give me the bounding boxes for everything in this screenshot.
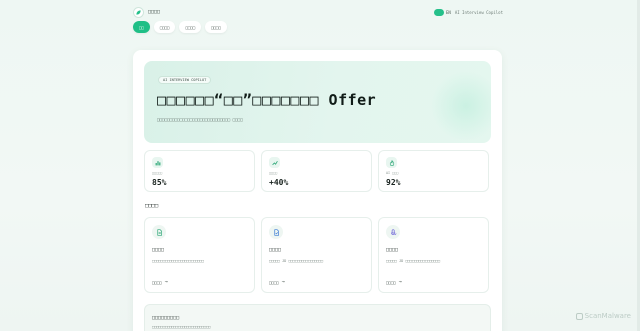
stat-label: □□□□ — [269, 171, 278, 175]
arrow-right-icon: → — [398, 279, 402, 285]
stat-value: 85% — [152, 178, 167, 187]
arrow-right-icon: → — [281, 279, 285, 285]
mic-edit-icon — [386, 225, 400, 239]
trend-up-icon — [269, 157, 280, 168]
stat-value: +40% — [269, 178, 289, 187]
card-link[interactable]: □□□□ → — [386, 279, 402, 285]
top-right-controls: EN AI Interview Copilot — [434, 8, 503, 16]
feature-cards: □□□□ □□□□□□□□□□□□□□□□□□□□□□□□ □□□□ → □□□… — [144, 217, 489, 293]
top-bar: □□□□ EN AI Interview Copilot — [133, 5, 503, 19]
stat-label: AI □□□ — [386, 171, 399, 175]
feature-card[interactable]: □□□□ □□□□□□□□□□□□□□□□□□□□□□□□ □□□□ → — [144, 217, 255, 293]
main-panel: AI INTERVIEW COPILOT □□□□□□“□□”□□□□□□□ O… — [133, 50, 502, 331]
card-link[interactable]: □□□□ → — [269, 279, 285, 285]
hero-subtitle: □□□□□□□□□□□□□□□□□□□□□□□□□□□□□ □□□□ — [157, 117, 243, 122]
card-link-label: □□□□ — [386, 279, 396, 285]
bottom-card[interactable]: □□□□□□□□□ □□□□□□□□□□□□□□□□□□□□□□□□□□□ — [144, 304, 491, 331]
main-nav: □□ □□□□ □□□□ □□□□ — [133, 21, 227, 33]
feature-card[interactable]: □□□□ □□□□□ JD □□□□□□□□□□□□□□□□ □□□□ → — [378, 217, 489, 293]
card-description: □□□□□□□□□□□□□□□□□□□□□□□□ — [152, 259, 204, 263]
nav-tab-home[interactable]: □□ — [133, 21, 150, 33]
language-toggle[interactable]: EN — [434, 8, 451, 16]
stat-card: □□□□□ 85% — [144, 150, 255, 192]
stats-row: □□□□□ 85% □□□□ +40% AI □□□ 92% — [144, 150, 489, 192]
stat-card: □□□□ +40% — [261, 150, 372, 192]
hero-title: □□□□□□“□□”□□□□□□□ Offer — [157, 91, 377, 109]
card-title: □□□□ — [152, 247, 165, 253]
hero-banner: AI INTERVIEW COPILOT □□□□□□“□□”□□□□□□□ O… — [144, 61, 491, 143]
nav-tab-2[interactable]: □□□□ — [153, 21, 176, 33]
document-icon — [152, 225, 166, 239]
language-switch-icon[interactable] — [434, 8, 444, 16]
stat-label: □□□□□ — [152, 171, 163, 175]
bottom-card-title: □□□□□□□□□ — [152, 315, 180, 321]
brand-name: □□□□ — [148, 9, 161, 15]
file-check-icon — [269, 225, 283, 239]
flame-icon — [386, 157, 397, 168]
watermark-text: ScanMalware — [584, 312, 631, 320]
nav-tab-3[interactable]: □□□□ — [179, 21, 202, 33]
hero-glow — [431, 71, 491, 141]
stat-card: AI □□□ 92% — [378, 150, 489, 192]
stat-value: 92% — [386, 178, 401, 187]
watermark-logo-icon — [575, 312, 583, 320]
card-link-label: □□□□ — [152, 279, 162, 285]
card-link-label: □□□□ — [269, 279, 279, 285]
bottom-card-description: □□□□□□□□□□□□□□□□□□□□□□□□□□□ — [152, 325, 211, 329]
card-title: □□□□ — [269, 247, 282, 253]
language-en-label[interactable]: EN — [446, 10, 451, 15]
bar-chart-icon — [152, 157, 163, 168]
card-link[interactable]: □□□□ → — [152, 279, 168, 285]
brand[interactable]: □□□□ — [133, 6, 161, 18]
card-title: □□□□ — [386, 247, 399, 253]
watermark: ScanMalware — [575, 312, 631, 320]
hero-badge: AI INTERVIEW COPILOT — [158, 76, 212, 84]
arrow-right-icon: → — [164, 279, 168, 285]
copilot-label: AI Interview Copilot — [454, 9, 503, 15]
nav-tab-4[interactable]: □□□□ — [205, 21, 227, 33]
card-description: □□□□□ JD □□□□□□□□□□□□□□□□ — [269, 259, 324, 263]
section-title: □□□□ — [145, 203, 159, 209]
leaf-logo-icon — [133, 6, 144, 18]
card-description: □□□□□ JD □□□□□□□□□□□□□□□□ — [386, 259, 441, 263]
feature-card[interactable]: □□□□ □□□□□ JD □□□□□□□□□□□□□□□□ □□□□ → — [261, 217, 372, 293]
